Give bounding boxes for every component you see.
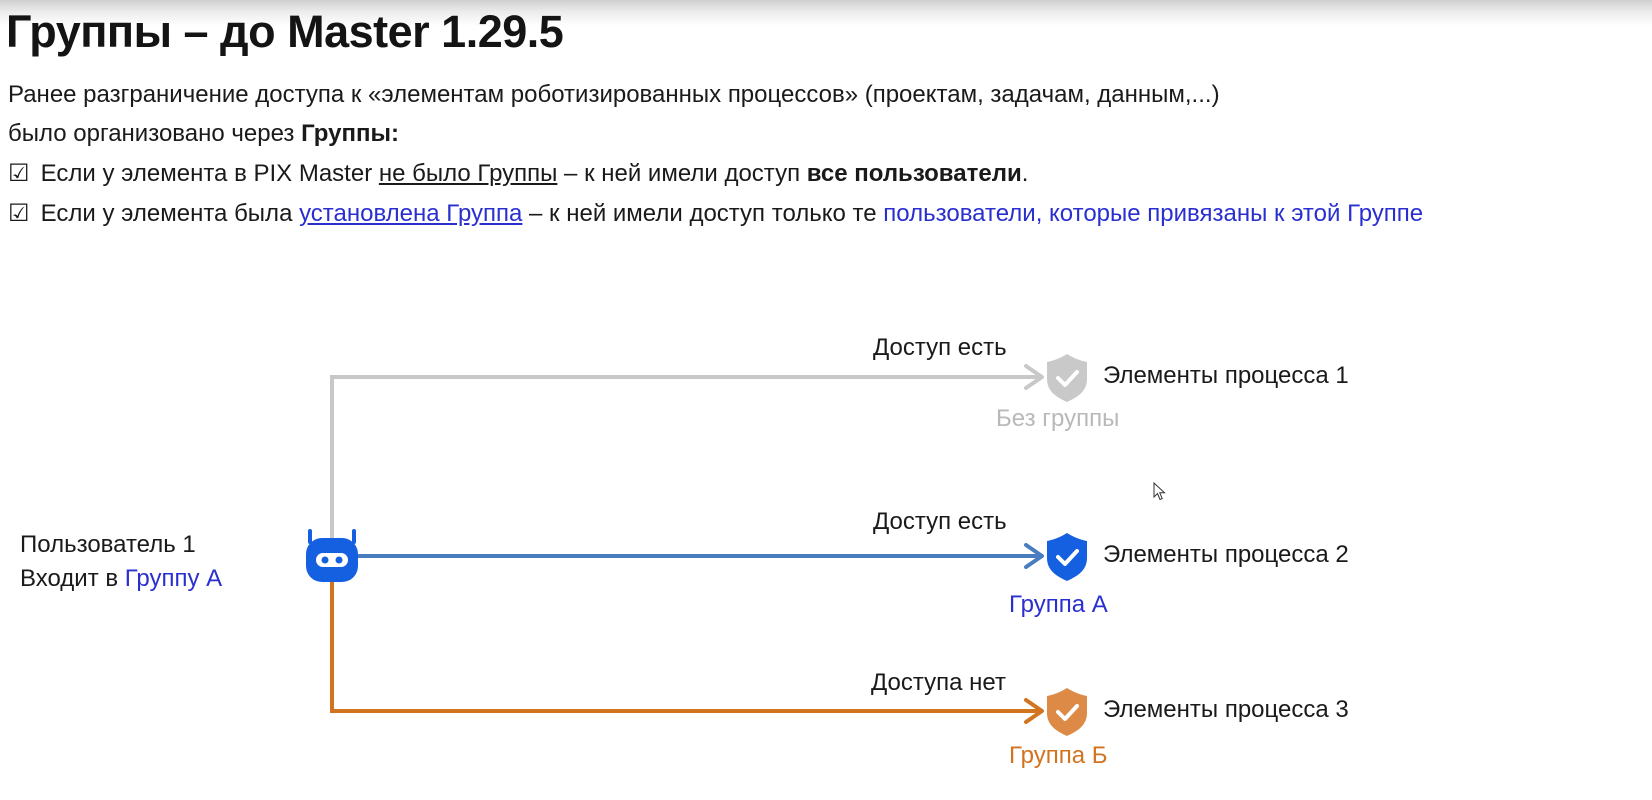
- target-label-1: Элементы процесса 1: [1103, 362, 1349, 389]
- access-diagram: [306, 354, 1087, 736]
- user-name: Пользователь 1: [20, 531, 196, 558]
- user-group: Входит в Группу А: [20, 565, 222, 593]
- shield-gray-icon: [1047, 354, 1087, 402]
- target-label-3: Элементы процесса 3: [1103, 696, 1349, 723]
- target-label-2: Элементы процесса 2: [1103, 541, 1349, 568]
- group-label-3: Группа Б: [1009, 742, 1108, 769]
- user-group-name: Группу А: [124, 565, 223, 592]
- group-label-2: Группа А: [1009, 591, 1108, 618]
- access-label-3: Доступа нет: [871, 669, 1006, 696]
- shield-blue-icon: [1047, 533, 1087, 581]
- access-label-2: Доступ есть: [873, 508, 1007, 535]
- user-group-prefix: Входит в: [20, 565, 125, 592]
- robot-icon: [306, 529, 358, 582]
- shield-orange-icon: [1047, 688, 1087, 736]
- mouse-cursor-icon: [1153, 482, 1166, 501]
- group-label-1: Без группы: [996, 405, 1120, 432]
- access-label-1: Доступ есть: [873, 334, 1007, 361]
